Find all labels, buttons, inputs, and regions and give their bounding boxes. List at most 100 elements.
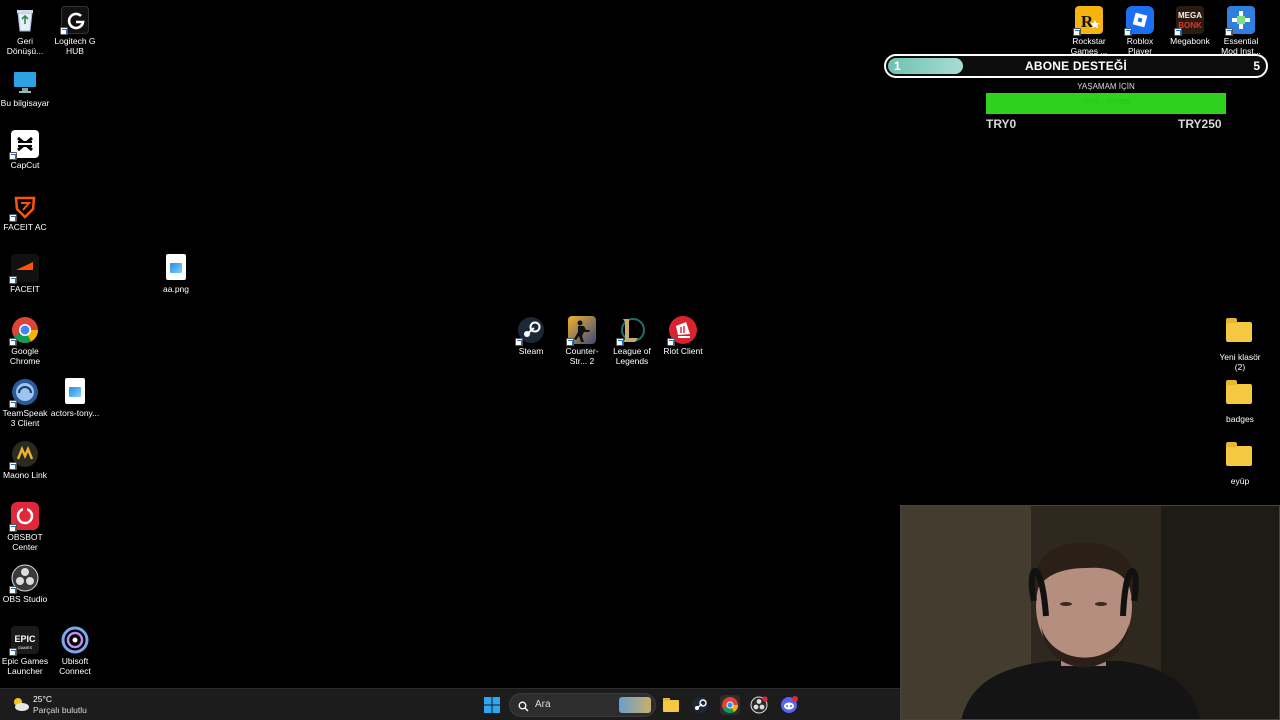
chrome-icon — [9, 316, 39, 346]
shortcut-arrow-icon — [1174, 28, 1182, 36]
faceit-icon — [9, 254, 39, 284]
lol-label: League of Legends — [613, 346, 651, 366]
desktop-icon-riot[interactable]: Riot Client — [658, 316, 708, 356]
windows-start-icon[interactable] — [482, 695, 502, 715]
shortcut-arrow-icon — [9, 400, 17, 408]
subscriber-goal-title: ABONE DESTEĞİ — [1025, 59, 1127, 73]
teamspeak-icon — [9, 378, 39, 408]
desktop-icon-rockstar[interactable]: R Rockstar Games ... — [1064, 6, 1114, 56]
faceit-ac-icon — [9, 192, 39, 222]
epic-games-icon: EPIC GAMES — [9, 626, 39, 656]
obsbot-icon — [9, 502, 39, 532]
recycle-bin-label: Geri Dönüşü... — [6, 36, 44, 56]
steam-icon — [515, 316, 545, 346]
obs-icon[interactable] — [749, 695, 769, 715]
donation-goal-bar: TRY0 / TRY250 — [986, 93, 1226, 114]
weather-icon[interactable] — [10, 695, 30, 713]
desktop-icon-eyup[interactable]: eyüp — [1215, 440, 1265, 486]
subscriber-goal-target: 5 — [1253, 59, 1260, 73]
desktop-icon-badges[interactable]: badges — [1215, 378, 1265, 424]
desktop-icon-cs2[interactable]: Counter-Str... 2 — [557, 316, 607, 366]
obsbot-label: OBSBOT Center — [7, 532, 43, 552]
ubisoft-label: Ubisoft Connect — [59, 656, 91, 676]
image-file-icon — [166, 254, 186, 280]
shortcut-arrow-icon — [9, 276, 17, 284]
eyup-label: eyüp — [1230, 476, 1250, 486]
image-file-icon — [65, 378, 85, 404]
folder-icon — [1226, 318, 1254, 350]
recycle-bin-icon — [11, 6, 39, 34]
shortcut-arrow-icon — [1124, 28, 1132, 36]
desktop-icon-faceit-ac[interactable]: FACEIT AC — [0, 192, 50, 232]
aa-png-label: aa.png — [163, 284, 189, 294]
desktop-icon-aa-png[interactable]: aa.png — [151, 254, 201, 294]
desktop-icon-megabonk[interactable]: MEGA BONK Megabonk — [1165, 6, 1215, 46]
yeni-klasor-label: Yeni klasör (2) — [1219, 352, 1261, 372]
shortcut-arrow-icon — [9, 338, 17, 346]
cs2-label: Counter-Str... 2 — [565, 346, 599, 366]
folder-icon — [1226, 442, 1254, 474]
desktop-icon-obsbot[interactable]: OBSBOT Center — [0, 502, 50, 552]
desktop-icon-recycle-bin[interactable]: Geri Dönüşü... — [0, 6, 50, 56]
megabonk-icon: MEGA BONK — [1174, 6, 1204, 36]
desktop-icon-faceit[interactable]: FACEIT — [0, 254, 50, 294]
chrome-icon[interactable] — [720, 695, 740, 715]
svg-text:R: R — [1081, 12, 1094, 31]
discord-icon[interactable] — [779, 695, 799, 715]
desktop-icon-ubisoft[interactable]: Ubisoft Connect — [50, 626, 100, 676]
steam-icon[interactable] — [690, 695, 710, 715]
shortcut-arrow-icon — [9, 586, 17, 594]
shortcut-arrow-icon — [667, 338, 675, 346]
shortcut-arrow-icon — [9, 214, 17, 222]
chrome-label: Google Chrome — [9, 346, 41, 366]
shortcut-arrow-icon — [1073, 28, 1081, 36]
webcam-person-image — [901, 506, 1279, 719]
desktop-icon-obs[interactable]: OBS Studio — [0, 564, 50, 604]
rockstar-label: Rockstar Games ... — [1070, 36, 1108, 56]
riot-label: Riot Client — [663, 346, 703, 356]
desktop-icon-logitech[interactable]: Logitech G HUB — [50, 6, 100, 56]
search-highlight-image — [619, 697, 651, 713]
desktop-icon-epic[interactable]: EPIC GAMES Epic Games Launcher — [0, 626, 50, 676]
counter-strike-icon — [566, 316, 596, 346]
donation-goal-min: TRY0 — [986, 117, 1017, 131]
teamspeak-label: TeamSpeak 3 Client — [2, 408, 48, 428]
shortcut-arrow-icon — [515, 338, 523, 346]
webcam-overlay — [900, 505, 1280, 720]
maono-label: Maono Link — [3, 470, 47, 480]
desktop-icon-chrome[interactable]: Google Chrome — [0, 316, 50, 366]
desktop-icon-roblox[interactable]: Roblox Player — [1115, 6, 1165, 56]
epic-label: Epic Games Launcher — [1, 656, 49, 676]
logitech-label: Logitech G HUB — [54, 36, 96, 56]
donation-goal-max: TRY250 — [1178, 117, 1222, 131]
shortcut-arrow-icon — [9, 152, 17, 160]
desktop-icon-essential[interactable]: Essential Mod Inst... — [1216, 6, 1266, 56]
weather-description[interactable]: Parçalı bulutlu — [33, 705, 87, 715]
desktop-icon-this-pc[interactable]: Bu bilgisayar — [0, 68, 50, 108]
taskbar-search[interactable]: Ara — [509, 693, 656, 717]
essential-mod-icon — [1225, 6, 1255, 36]
desktop-icon-teamspeak[interactable]: TeamSpeak 3 Client — [0, 378, 50, 428]
capcut-icon — [9, 130, 39, 160]
essential-label: Essential Mod Inst... — [1221, 36, 1261, 56]
badges-label: badges — [1226, 414, 1254, 424]
shortcut-arrow-icon — [9, 648, 17, 656]
taskbar: 25°C Parçalı bulutlu Ara — [0, 688, 900, 720]
desktop-icon-lol[interactable]: League of Legends — [607, 316, 657, 366]
donation-goal-bar-text: TRY0 / TRY250 — [1081, 99, 1131, 106]
file-explorer-icon[interactable] — [661, 695, 681, 715]
desktop-icon-actors[interactable]: actors-tony... — [50, 378, 100, 418]
weather-temp[interactable]: 25°C — [33, 694, 52, 704]
roblox-icon — [1124, 6, 1154, 36]
desktop-icon-capcut[interactable]: CapCut — [0, 130, 50, 170]
league-of-legends-icon — [616, 316, 646, 346]
desktop-icon-maono[interactable]: Maono Link — [0, 440, 50, 480]
svg-text:MEGA: MEGA — [1178, 11, 1202, 20]
donation-goal-title: YAŞAMAM İÇİN — [1077, 82, 1135, 91]
riot-client-icon — [667, 316, 697, 346]
actors-label: actors-tony... — [50, 408, 100, 418]
rockstar-icon: R — [1073, 6, 1103, 36]
desktop-icon-yeni-klasor[interactable]: Yeni klasör (2) — [1215, 316, 1265, 372]
desktop-icon-steam[interactable]: Steam — [506, 316, 556, 356]
roblox-label: Roblox Player — [1126, 36, 1154, 56]
